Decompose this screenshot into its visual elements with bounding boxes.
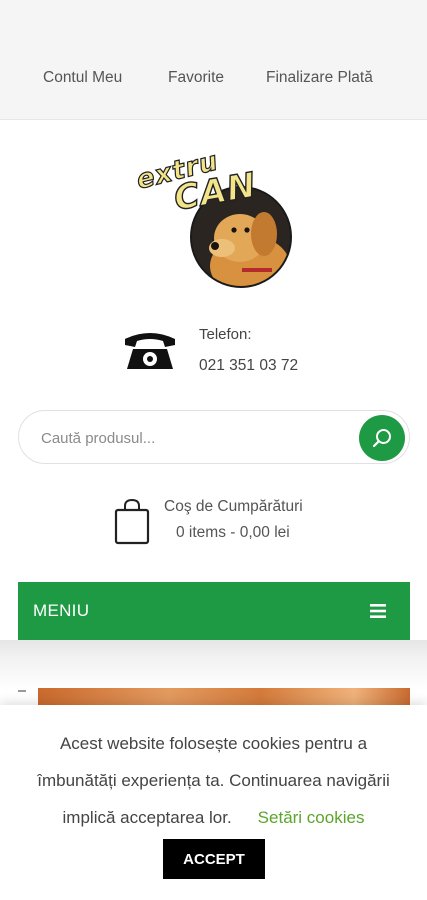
- phone-number[interactable]: 021 351 03 72: [199, 357, 298, 375]
- cookie-message-line-1: Acest website folosește cookies pentru a: [59, 734, 368, 753]
- top-bar: Contul Meu Favorite Finalizare Plată: [0, 0, 427, 120]
- shopping-bag-icon[interactable]: [113, 498, 151, 546]
- product-search: [18, 410, 410, 464]
- menu-label: MENIU: [33, 601, 90, 620]
- slider-indicator: [18, 690, 26, 692]
- nav-link-checkout[interactable]: Finalizare Plată: [266, 69, 373, 87]
- cookie-settings-link[interactable]: Setări cookies: [258, 808, 365, 827]
- phone-label: Telefon:: [199, 326, 252, 343]
- search-input[interactable]: [41, 425, 341, 451]
- cookie-message-line-2: îmbunătăți experiența ta. Continuarea na…: [37, 771, 390, 790]
- nav-link-favorites[interactable]: Favorite: [168, 69, 224, 87]
- section-divider: [0, 640, 427, 690]
- cart-title[interactable]: Coş de Cumpărături: [164, 498, 303, 516]
- cookie-message-line-3-text: implică acceptarea lor.: [62, 808, 232, 827]
- menu-toggle-bar[interactable]: MENIU: [18, 582, 410, 640]
- cookie-message-line-3: implică acceptarea lor. Setări cookies: [12, 799, 415, 836]
- telephone-icon: [121, 329, 179, 373]
- cookie-consent-banner: Acest website folosește cookies pentru a…: [0, 705, 427, 900]
- search-icon: [372, 429, 391, 448]
- site-logo[interactable]: extru CAN: [130, 146, 300, 290]
- hamburger-icon: [370, 604, 386, 618]
- accept-cookies-button[interactable]: ACCEPT: [163, 839, 265, 879]
- search-button[interactable]: [359, 415, 405, 461]
- nav-link-my-account[interactable]: Contul Meu: [43, 69, 122, 87]
- cookie-message: Acest website folosește cookies pentru a…: [12, 725, 415, 836]
- cart-summary[interactable]: 0 items - 0,00 lei: [176, 524, 290, 542]
